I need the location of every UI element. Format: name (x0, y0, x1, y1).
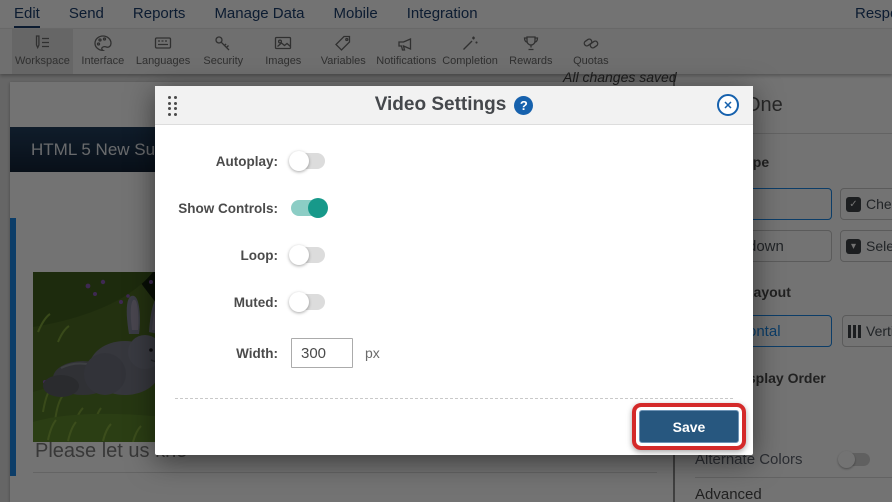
toggle-knob (289, 151, 309, 171)
modal-title: Video Settings (374, 94, 507, 115)
autoplay-row: Autoplay: (155, 148, 753, 174)
toggle-knob (308, 198, 328, 218)
questionpro-editor: Edit Send Reports Manage Data Mobile Int… (0, 0, 892, 502)
drag-handle-icon[interactable] (168, 96, 177, 116)
toggle-knob (289, 245, 309, 265)
width-input[interactable] (291, 338, 353, 368)
toggle-knob (289, 292, 309, 312)
loop-row: Loop: (155, 242, 753, 268)
muted-label: Muted: (233, 294, 278, 310)
width-unit-label: px (365, 345, 380, 361)
help-icon[interactable]: ? (514, 95, 534, 115)
autoplay-toggle[interactable] (289, 151, 325, 171)
footer-divider (175, 398, 733, 399)
show-controls-row: Show Controls: (155, 195, 753, 221)
autoplay-label: Autoplay: (215, 153, 278, 169)
save-annotation-ring: Save (632, 403, 746, 450)
width-row: Width: px (155, 338, 753, 368)
modal-header: Video Settings ? ✕ (155, 86, 753, 125)
save-button[interactable]: Save (639, 410, 739, 443)
muted-toggle[interactable] (289, 292, 325, 312)
video-settings-modal: Video Settings ? ✕ Autoplay: Show Contro… (155, 86, 753, 455)
loop-toggle[interactable] (289, 245, 325, 265)
muted-row: Muted: (155, 289, 753, 315)
loop-label: Loop: (240, 247, 278, 263)
show-controls-label: Show Controls: (178, 200, 278, 216)
width-label: Width: (236, 345, 278, 361)
show-controls-toggle[interactable] (291, 198, 328, 218)
close-icon[interactable]: ✕ (717, 94, 739, 116)
